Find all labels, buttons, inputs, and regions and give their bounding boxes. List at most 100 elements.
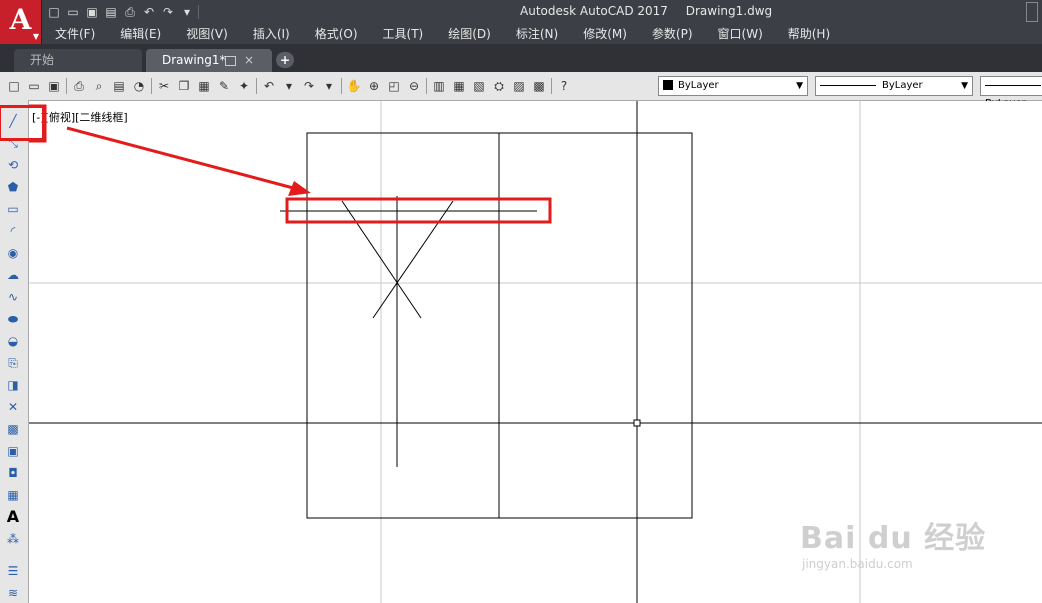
zoom-window-icon[interactable]: ◰ — [386, 78, 402, 94]
color-dropdown[interactable]: ByLayer ▼ — [658, 76, 808, 96]
toolbar-separator — [341, 78, 342, 94]
zoom-realtime-icon[interactable]: ⊕ — [366, 78, 382, 94]
3d-print-icon[interactable]: ◔ — [131, 78, 147, 94]
menu-parameter[interactable]: 参数(P) — [639, 24, 693, 44]
save-as-icon[interactable]: ▤ — [103, 4, 119, 20]
chevron-down-icon[interactable]: ▼ — [796, 77, 803, 95]
cut-icon[interactable]: ✂ — [156, 78, 172, 94]
window-title: Autodesk AutoCAD 2017 Drawing1.dwg — [520, 4, 786, 18]
block-editor-icon[interactable]: ✦ — [236, 78, 252, 94]
annotation-arrow-shaft — [66, 126, 298, 191]
copy-icon[interactable]: ❐ — [176, 78, 192, 94]
undo-icon[interactable]: ↶ — [141, 4, 157, 20]
add-selected-icon[interactable]: ⁂ — [4, 530, 22, 548]
save-icon[interactable]: ▣ — [46, 78, 62, 94]
annotation-arrow-head — [288, 181, 311, 196]
design-center-icon[interactable]: ▦ — [451, 78, 467, 94]
new-icon[interactable]: □ — [6, 78, 22, 94]
open-icon[interactable]: ▭ — [26, 78, 42, 94]
layer-icon[interactable]: ☰ — [4, 562, 22, 580]
paste-icon[interactable]: ▦ — [196, 78, 212, 94]
markup-icon[interactable]: ▨ — [511, 78, 527, 94]
pan-icon[interactable]: ✋ — [346, 78, 362, 94]
circle-icon[interactable]: ◉ — [4, 244, 22, 262]
save-icon[interactable]: ▣ — [84, 4, 100, 20]
application-menu-button[interactable]: A ▼ — [0, 0, 42, 44]
ellipse-arc-icon[interactable]: ◒ — [4, 332, 22, 350]
menu-dimension[interactable]: 标注(N) — [503, 24, 558, 44]
polyline-icon[interactable]: ⟲ — [4, 156, 22, 174]
revision-cloud-icon[interactable]: ☁ — [4, 266, 22, 284]
title-bar: □ ▭ ▣ ▤ ⎙ ↶ ↷ ▾ Autodesk AutoCAD 2017 Dr… — [0, 0, 1042, 24]
arc-icon[interactable]: ◜ — [4, 222, 22, 240]
zoom-previous-icon[interactable]: ⊖ — [406, 78, 422, 94]
quick-access-toolbar: □ ▭ ▣ ▤ ⎙ ↶ ↷ ▾ — [46, 3, 199, 21]
undo-icon[interactable]: ↶ — [261, 78, 277, 94]
publish-icon[interactable]: ▤ — [111, 78, 127, 94]
help-icon[interactable]: ? — [556, 78, 572, 94]
redo-icon[interactable]: ↷ — [301, 78, 317, 94]
ellipse-icon[interactable]: ⬬ — [4, 310, 22, 328]
menu-view[interactable]: 视图(V) — [173, 24, 228, 44]
tab-start[interactable]: 开始 — [14, 49, 142, 72]
tab-start-label: 开始 — [30, 53, 55, 67]
close-icon[interactable]: × — [244, 49, 254, 72]
point-icon[interactable]: ✕ — [4, 398, 22, 416]
rectangle-icon[interactable]: ▭ — [4, 200, 22, 218]
menu-modify[interactable]: 修改(M) — [570, 24, 627, 44]
gradient-icon[interactable]: ▣ — [4, 442, 22, 460]
new-tab-button[interactable]: + — [276, 52, 294, 68]
properties-icon[interactable]: ▥ — [431, 78, 447, 94]
app-title: Autodesk AutoCAD 2017 — [520, 4, 668, 18]
layer-states-icon[interactable]: ≋ — [4, 584, 22, 602]
menu-window[interactable]: 窗口(W) — [705, 24, 763, 44]
open-file-icon[interactable]: ▭ — [65, 4, 81, 20]
menu-tools[interactable]: 工具(T) — [370, 24, 424, 44]
menu-draw[interactable]: 绘图(D) — [435, 24, 491, 44]
plot-icon[interactable]: ⎙ — [71, 78, 87, 94]
toolbar-separator — [551, 78, 552, 94]
menu-format[interactable]: 格式(O) — [302, 24, 358, 44]
chevron-down-icon[interactable]: ▾ — [321, 78, 337, 94]
chevron-down-icon: ▼ — [32, 31, 39, 41]
highlight-box-line-tool — [0, 105, 45, 141]
menu-help[interactable]: 帮助(H) — [775, 24, 830, 44]
print-icon[interactable]: ⎙ — [122, 4, 138, 20]
linetype-value: ByLayer — [882, 80, 923, 91]
polygon-icon[interactable]: ⬟ — [4, 178, 22, 196]
sheet-set-icon[interactable]: ⛭ — [491, 78, 507, 94]
window-icon[interactable] — [225, 56, 236, 66]
toolbar-separator — [66, 78, 67, 94]
toolbar-separator — [256, 78, 257, 94]
hatch-icon[interactable]: ▩ — [4, 420, 22, 438]
new-file-icon[interactable]: □ — [46, 4, 62, 20]
customize-dropdown-icon[interactable]: ▾ — [179, 4, 195, 20]
tool-palettes-icon[interactable]: ▧ — [471, 78, 487, 94]
calculator-icon[interactable]: ▩ — [531, 78, 547, 94]
chevron-down-icon[interactable]: ▾ — [281, 78, 297, 94]
color-value: ByLayer — [678, 80, 719, 91]
chevron-down-icon[interactable]: ▼ — [961, 77, 968, 95]
lineweight-dropdown[interactable]: ByLayer — [980, 76, 1042, 109]
menu-insert[interactable]: 插入(I) — [240, 24, 290, 44]
menu-edit[interactable]: 编辑(E) — [107, 24, 161, 44]
match-properties-icon[interactable]: ✎ — [216, 78, 232, 94]
table-icon[interactable]: ▦ — [4, 486, 22, 504]
insert-block-icon[interactable]: ⎘ — [4, 354, 22, 372]
linetype-dropdown[interactable]: ByLayer ▼ — [815, 76, 973, 96]
drawn-diagonal-stroke[interactable] — [372, 200, 454, 319]
draw-toolbar: ╱ ⤡ ⟲ ⬟ ▭ ◜ ◉ ☁ ∿ ⬬ ◒ ⎘ ◨ ✕ ▩ ▣ ◘ ▦ A ⁂ … — [0, 100, 29, 603]
watermark-brand: Bai du 经验 — [800, 521, 987, 556]
make-block-icon[interactable]: ◨ — [4, 376, 22, 394]
toolbar-separator — [151, 78, 152, 94]
tab-drawing1[interactable]: Drawing1* × — [146, 49, 272, 72]
plot-preview-icon[interactable]: ⌕ — [91, 78, 107, 94]
region-icon[interactable]: ◘ — [4, 464, 22, 482]
cursor-pickbox — [633, 419, 641, 427]
window-control[interactable] — [1026, 2, 1038, 22]
tab-drawing1-label: Drawing1* — [162, 53, 226, 67]
menu-file[interactable]: 文件(F) — [42, 24, 95, 44]
multiline-text-icon[interactable]: A — [4, 508, 22, 526]
redo-icon[interactable]: ↷ — [160, 4, 176, 20]
spline-icon[interactable]: ∿ — [4, 288, 22, 306]
